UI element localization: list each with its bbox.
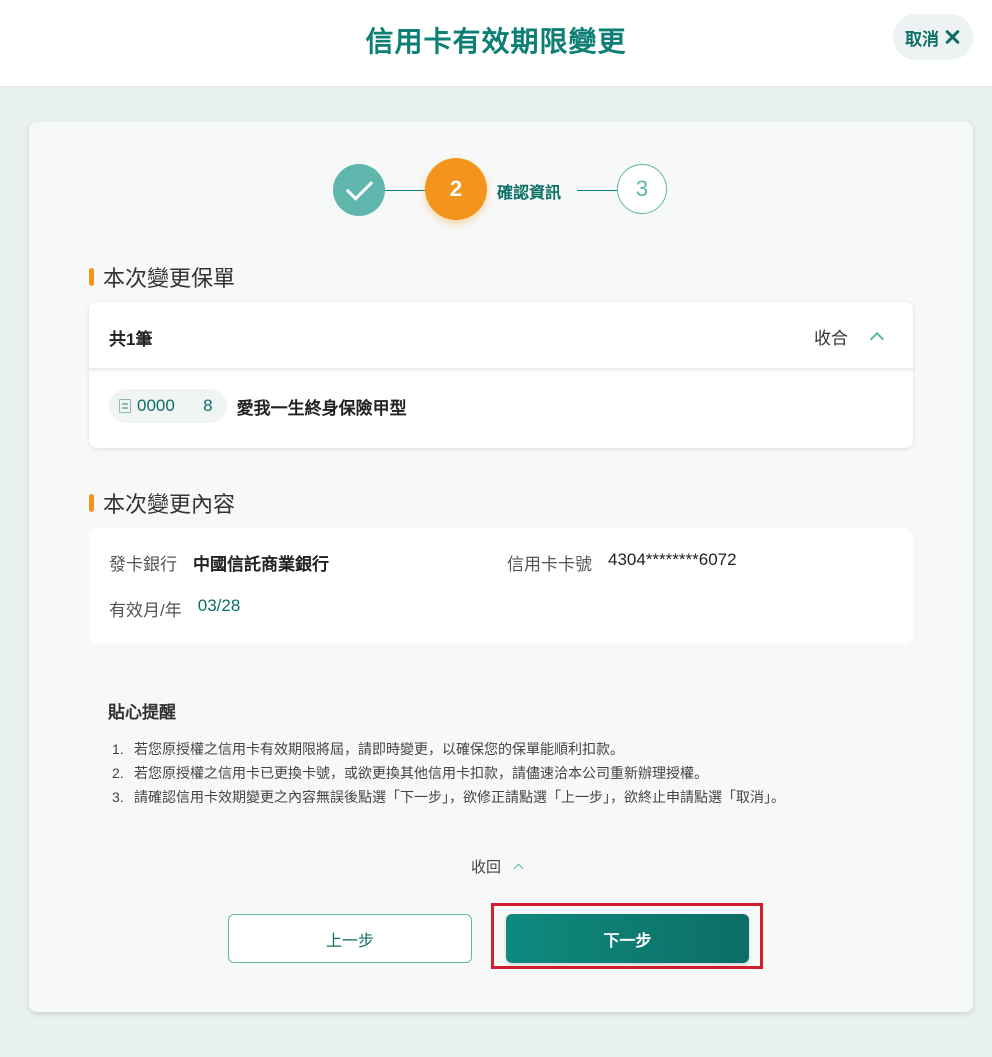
step-3-number: 3	[635, 176, 649, 201]
bank-label: 發卡銀行	[109, 555, 177, 574]
document-icon	[119, 399, 131, 413]
collapse-label: 收合	[814, 329, 848, 348]
expiry-value: 03/28	[197, 596, 241, 615]
policy-number-chip: 0000 8	[109, 389, 227, 423]
step-2-label: 確認資訊	[497, 185, 562, 202]
next-step-label: 下一步	[603, 932, 652, 950]
app-header: 信用卡有效期限變更 取消	[0, 0, 992, 87]
tip-text: 若您原授權之信用卡有效期限將屆，請即時變更，以確保您的保單能順利扣款。	[134, 741, 624, 757]
tip-text: 請確認信用卡效期變更之內容無誤後點選「下一步」，欲修正請點選「上一步」，欲終止申…	[134, 789, 785, 805]
card-number-field: 信用卡卡號 4304********6072	[507, 550, 737, 575]
check-icon	[345, 173, 373, 201]
previous-step-button[interactable]: 上一步	[228, 914, 472, 963]
policy-number: 0000 8	[137, 396, 213, 415]
step-3-pending: 3	[617, 164, 667, 214]
policy-section-title: 本次變更保單	[89, 261, 235, 293]
close-icon	[943, 28, 961, 46]
section-marker	[89, 268, 94, 286]
list-item: 0000 8 愛我一生終身保險甲型	[109, 389, 407, 423]
tip-item: 2. 若您原授權之信用卡已更換卡號，或欲更換其他信用卡扣款，請儘速洽本公司重新辦…	[112, 761, 872, 785]
tip-text: 若您原授權之信用卡已更換卡號，或欲更換其他信用卡扣款，請儘速洽本公司重新辦理授權…	[134, 765, 708, 781]
step-2-number: 2	[449, 176, 463, 201]
stepper-connector	[385, 190, 425, 191]
tip-number: 2.	[112, 765, 124, 781]
step-1-completed	[333, 164, 385, 216]
page-title: 信用卡有效期限變更	[365, 26, 627, 57]
policy-section-title-text: 本次變更保單	[103, 266, 236, 291]
card-number-value: 4304********6072	[608, 550, 737, 569]
tip-number: 1.	[112, 741, 124, 757]
expiry-field: 有效月/年 03/28	[109, 596, 240, 621]
step-2-current: 2	[425, 158, 487, 220]
collapse-tips-label: 收回	[471, 859, 502, 876]
policy-count: 共1筆	[109, 330, 153, 349]
policy-list-panel: 共1筆 收合 0000 8 愛我一生終身保險甲型	[89, 302, 913, 448]
tips-title: 貼心提醒	[108, 703, 176, 722]
policy-list-header: 共1筆 收合	[89, 302, 913, 369]
section-marker	[89, 494, 94, 512]
collapse-tips-button[interactable]: 收回	[471, 856, 524, 877]
cancel-button[interactable]: 取消	[893, 14, 973, 60]
cancel-label: 取消	[905, 29, 939, 49]
change-details-panel: 發卡銀行 中國信託商業銀行 信用卡卡號 4304********6072 有效月…	[89, 528, 913, 644]
next-step-button[interactable]: 下一步	[506, 914, 749, 963]
bank-field: 發卡銀行 中國信託商業銀行	[109, 550, 329, 575]
tips-list: 1. 若您原授權之信用卡有效期限將屆，請即時變更，以確保您的保單能順利扣款。 2…	[112, 737, 872, 809]
policy-name: 愛我一生終身保險甲型	[236, 398, 407, 418]
expiry-label: 有效月/年	[109, 601, 182, 620]
change-section-title-text: 本次變更內容	[103, 492, 236, 517]
tip-item: 3. 請確認信用卡效期變更之內容無誤後點選「下一步」，欲修正請點選「上一步」，欲…	[112, 785, 872, 809]
collapse-policy-button[interactable]: 收合	[814, 324, 885, 349]
tip-number: 3.	[112, 789, 124, 805]
chevron-up-icon	[513, 863, 524, 874]
tip-item: 1. 若您原授權之信用卡有效期限將屆，請即時變更，以確保您的保單能順利扣款。	[112, 737, 872, 761]
previous-step-label: 上一步	[325, 932, 374, 950]
change-section-title: 本次變更內容	[89, 487, 235, 519]
bank-value: 中國信託商業銀行	[193, 555, 329, 574]
stepper-connector	[577, 190, 617, 191]
chevron-up-icon	[869, 331, 885, 347]
card-number-label: 信用卡卡號	[507, 555, 592, 574]
